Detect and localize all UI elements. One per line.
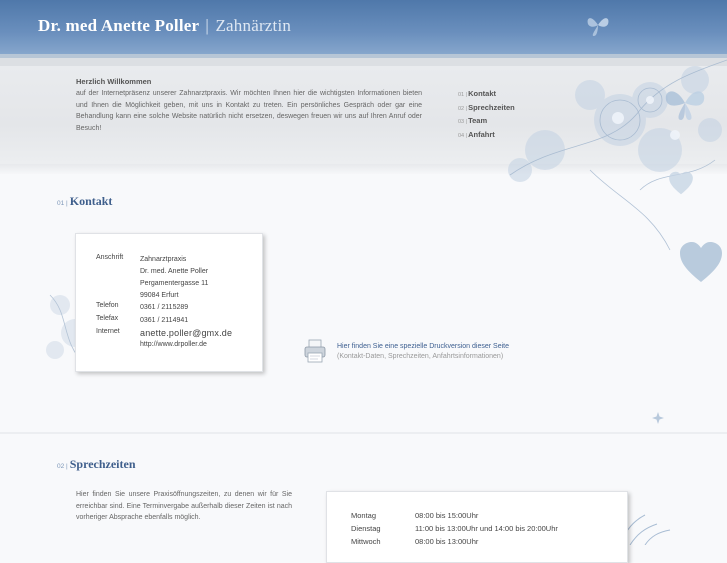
- section-title-sprechzeiten: 02 | Sprechzeiten: [57, 457, 136, 472]
- contact-card: Anschrift Zahnarztpraxis Dr. med. Anette…: [75, 233, 263, 372]
- nav-item-number: 03 |: [458, 119, 468, 126]
- section-title-kontakt: 01 | Kontakt: [57, 194, 112, 209]
- phone-label: Telefon: [96, 302, 119, 309]
- hours-day: Montag: [351, 511, 377, 520]
- butterfly-icon: [587, 18, 609, 36]
- website-link[interactable]: http://www.drpoller.de: [140, 339, 207, 351]
- print-version-link[interactable]: Hier finden Sie eine spezielle Druckvers…: [337, 343, 509, 350]
- address-line: Pergamentergasse 11: [140, 280, 209, 287]
- email-link[interactable]: anette.poller@gmx.de: [140, 327, 232, 339]
- nav-item-label: Team: [468, 116, 488, 126]
- site-title-separator: |: [205, 16, 210, 35]
- nav-item-number: 01 |: [458, 92, 468, 98]
- section-number: 01 |: [57, 200, 68, 207]
- heart-icon: [680, 242, 722, 282]
- print-version-note: (Kontakt-Daten, Sprechzeiten, Anfahrtsin…: [337, 353, 504, 360]
- fax-value: 0361 / 2114941: [140, 317, 189, 324]
- section-divider: [0, 432, 727, 434]
- address-line: 99084 Erfurt: [140, 292, 179, 299]
- hours-time: 11:00 bis 13:00Uhr und 14:00 bis 20:00Uh…: [415, 524, 558, 533]
- phone-value: 0361 / 2115289: [140, 304, 189, 311]
- nav-item-number: 02 |: [458, 105, 468, 112]
- address-line: Dr. med. Anette Poller: [140, 268, 209, 275]
- site-title-name: Dr. med Anette Poller: [38, 16, 199, 35]
- heart-icon: [669, 171, 693, 195]
- site-title[interactable]: Dr. med Anette Poller | Zahnärztin: [38, 16, 291, 36]
- office-hours-text: Hier finden Sie unsere Praxisöffnungszei…: [76, 491, 292, 522]
- section-title-text: Kontakt: [69, 194, 113, 208]
- address-line: Zahnarztpraxis: [140, 256, 187, 263]
- flower-icon: [652, 412, 664, 424]
- welcome-text: auf der Internetpräsenz unserer Zahnarzt…: [76, 90, 422, 133]
- section-title-text: Sprechzeiten: [69, 457, 136, 471]
- nav-item-label: Kontakt: [468, 89, 496, 98]
- hours-day: Dienstag: [351, 524, 381, 533]
- fax-label: Telefax: [96, 315, 119, 322]
- hours-time: 08:00 bis 15:00Uhr: [415, 511, 479, 520]
- butterfly-icon: [665, 91, 705, 120]
- office-hours-card: Montag 08:00 bis 15:00Uhr Dienstag 11:00…: [326, 491, 628, 563]
- site-title-subtitle: Zahnärztin: [215, 16, 292, 35]
- internet-label: Internet: [96, 328, 120, 335]
- section-number: 02 |: [57, 463, 68, 470]
- printer-icon[interactable]: [303, 338, 327, 364]
- address-label: Anschrift: [96, 254, 124, 261]
- welcome-heading: Herzlich Willkommen: [76, 77, 152, 86]
- nav-item-label: Anfahrt: [468, 129, 495, 139]
- nav-item-number: 04 |: [458, 132, 468, 139]
